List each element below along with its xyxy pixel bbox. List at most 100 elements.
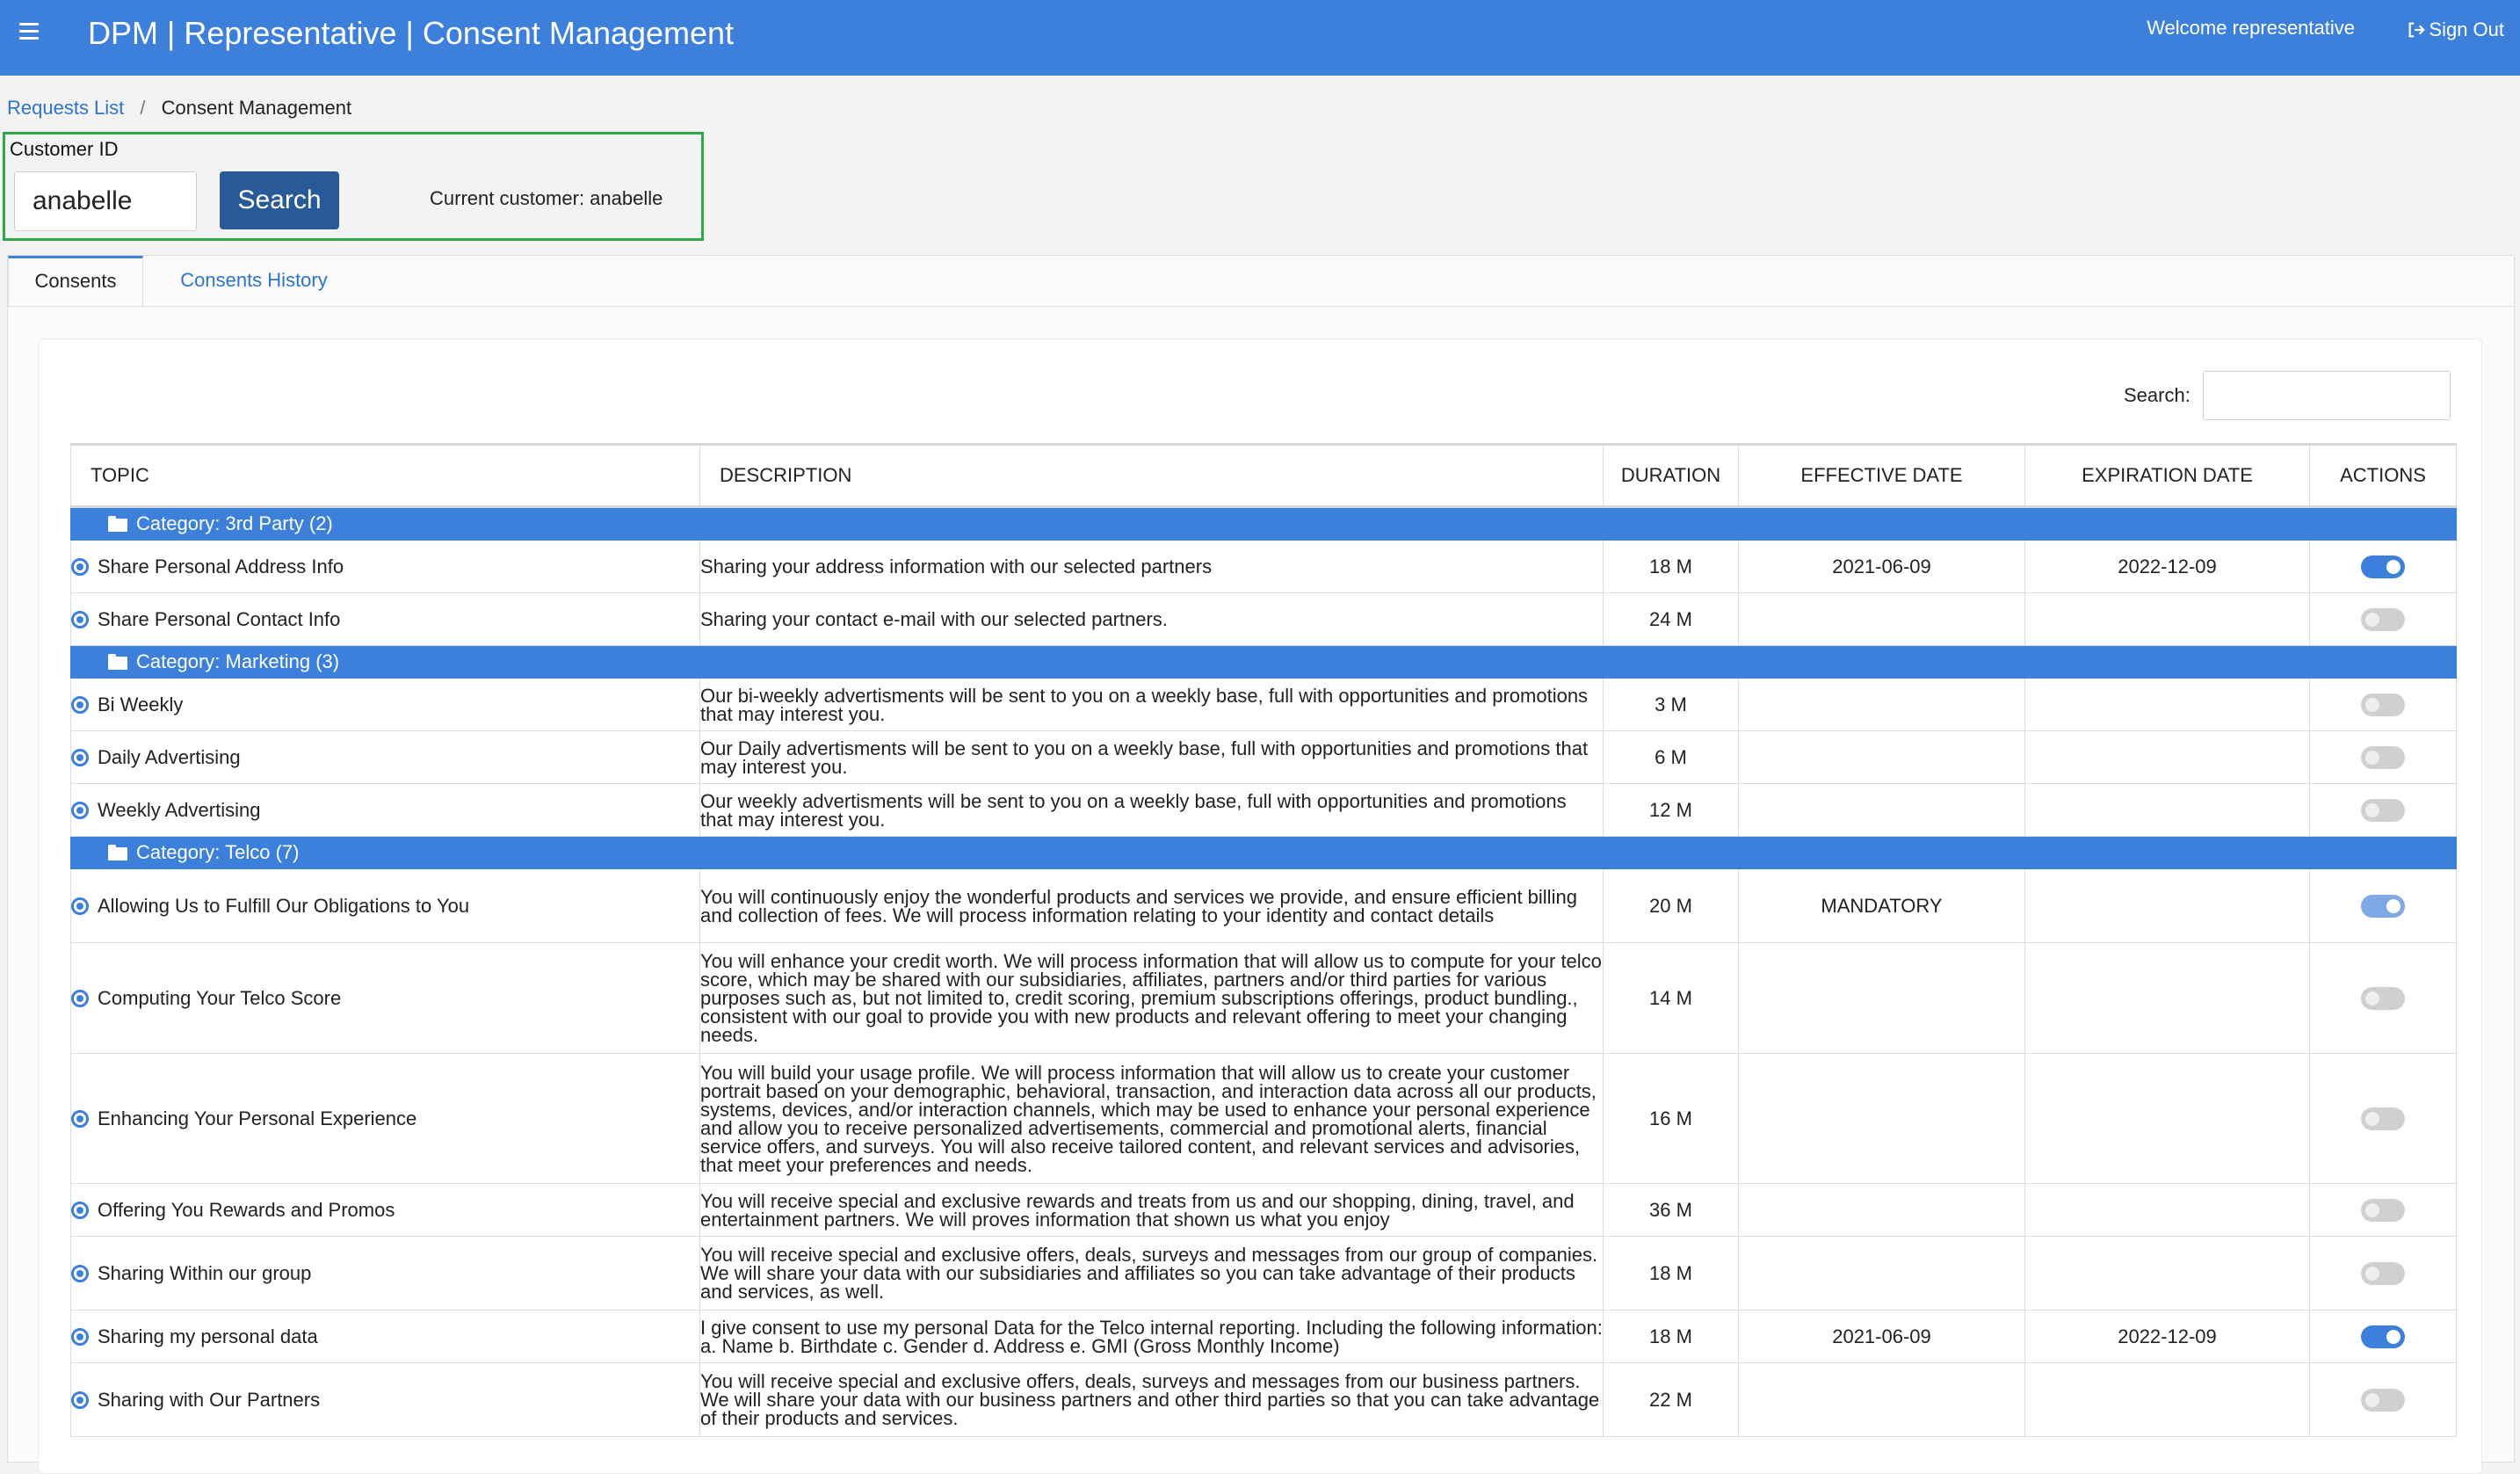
column-header-effective-date[interactable]: EFFECTIVE DATE [1738,443,2025,508]
welcome-text: Welcome representative [2147,17,2355,39]
consent-target-icon [71,610,89,628]
consent-target-icon [71,557,89,576]
sign-out-button[interactable]: Sign Out [2407,18,2504,42]
table-row: Sharing with Our Partners You will receiv… [70,1362,2457,1437]
topic-label: Bi Weekly [98,693,184,715]
table-header-row: TOPIC DESCRIPTION DURATION EFFECTIVE DAT… [70,443,2457,508]
toggle-knob [2365,751,2379,766]
consent-toggle[interactable] [2361,895,2405,919]
column-header-actions: ACTIONS [2309,443,2457,508]
toggle-knob [2365,803,2379,818]
actions-cell [2309,1362,2457,1437]
consent-toggle[interactable] [2361,746,2405,770]
expiration-date-cell: 2022-12-09 [2024,1310,2310,1363]
table-row: Allowing Us to Fulfill Our Obligations t… [70,868,2457,943]
table-body: Category: 3rd Party (2) Share Personal Ad… [70,506,2457,1437]
expiration-date-cell [2024,783,2310,837]
actions-cell [2309,783,2457,837]
effective-date-cell [1738,730,2025,784]
expiration-date-cell [2024,942,2310,1054]
customer-search-button[interactable]: Search [220,171,339,229]
topic-cell: Sharing Within our group [70,1236,700,1311]
expiration-date-cell [2024,678,2310,731]
topic-label: Computing Your Telco Score [98,986,342,1009]
consent-toggle[interactable] [2361,1199,2405,1223]
description-cell: You will build your usage profile. We wi… [699,1053,1604,1184]
actions-cell [2309,1053,2457,1184]
consent-target-icon [71,748,89,766]
column-header-topic[interactable]: TOPIC [70,443,700,508]
topic-label: Weekly Advertising [98,798,261,821]
category-row[interactable]: Category: Marketing (3) [70,645,2457,679]
table-row: Sharing my personal data I give consent t… [70,1310,2457,1363]
topic-label: Sharing my personal data [98,1325,318,1347]
expiration-date-cell [2024,1362,2310,1437]
consent-toggle[interactable] [2361,1262,2405,1286]
table-row: Share Personal Contact Info Sharing your … [70,592,2457,646]
customer-id-input[interactable] [14,171,197,231]
toggle-knob [2365,698,2379,713]
topic-label: Share Personal Address Info [98,555,344,577]
actions-cell [2309,1236,2457,1311]
category-label: Category: 3rd Party (2) [136,512,333,534]
consent-toggle[interactable] [2361,693,2405,717]
topic-cell: Share Personal Address Info [70,540,700,593]
consent-toggle[interactable] [2361,1325,2405,1349]
expiration-date-cell [2024,730,2310,784]
column-header-expiration-date[interactable]: EXPIRATION DATE [2024,443,2310,508]
column-header-description[interactable]: DESCRIPTION [699,443,1604,508]
tab-consents[interactable]: Consents [8,256,143,306]
table-search-input[interactable] [2203,371,2451,420]
category-cell: Category: 3rd Party (2) [70,506,2457,541]
consent-toggle[interactable] [2361,608,2405,632]
effective-date-cell [1738,592,2025,646]
topic-cell: Weekly Advertising [70,783,700,837]
category-row[interactable]: Category: 3rd Party (2) [70,506,2457,541]
effective-date-cell [1738,1362,2025,1437]
topic-label: Allowing Us to Fulfill Our Obligations t… [98,894,470,917]
consent-toggle[interactable] [2361,1389,2405,1412]
consent-toggle[interactable] [2361,987,2405,1011]
actions-cell [2309,868,2457,943]
topic-label: Enhancing Your Personal Experience [98,1107,417,1129]
breadcrumb-requests-list-link[interactable]: Requests List [7,97,124,119]
topic-label: Sharing Within our group [98,1261,312,1284]
topic-label: Share Personal Contact Info [98,607,341,630]
consent-toggle[interactable] [2361,555,2405,579]
table-row: Weekly Advertising Our weekly advertismen… [70,783,2457,837]
topic-cell: Bi Weekly [70,678,700,731]
description-cell: Our bi-weekly advertisments will be sent… [699,678,1604,731]
column-header-duration[interactable]: DURATION [1603,443,1739,508]
category-label: Category: Telco (7) [136,841,300,863]
actions-cell [2309,1310,2457,1363]
consent-toggle[interactable] [2361,1107,2405,1131]
actions-cell [2309,592,2457,646]
category-cell: Category: Marketing (3) [70,645,2457,679]
topic-cell: Computing Your Telco Score [70,942,700,1054]
consent-target-icon [71,1390,89,1409]
effective-date-cell [1738,678,2025,731]
toggle-knob [2365,1267,2379,1282]
tab-consents-history[interactable]: Consents History [166,256,342,305]
consent-target-icon [71,1109,89,1128]
category-row[interactable]: Category: Telco (7) [70,836,2457,869]
effective-date-cell [1738,942,2025,1054]
customer-search-panel: Customer ID Search Current customer: ana… [3,132,704,241]
topic-label: Sharing with Our Partners [98,1388,321,1411]
category-label: Category: Marketing (3) [136,650,340,672]
category-header: Category: Marketing (3) [108,650,2456,673]
description-cell: Our Daily advertisments will be sent to … [699,730,1604,784]
topic-cell: Share Personal Contact Info [70,592,700,646]
folder-icon [108,845,127,860]
consent-target-icon [71,897,89,915]
consent-target-icon [71,695,89,714]
description-cell: Sharing your address information with ou… [699,540,1604,593]
menu-icon[interactable] [19,23,39,40]
expiration-date-cell [2024,1236,2310,1311]
duration-cell: 16 M [1603,1053,1739,1184]
consent-toggle[interactable] [2361,799,2405,823]
toggle-knob [2386,560,2401,575]
consent-target-icon [71,1264,89,1282]
toggle-knob [2365,1203,2379,1218]
consent-target-icon [71,989,89,1007]
